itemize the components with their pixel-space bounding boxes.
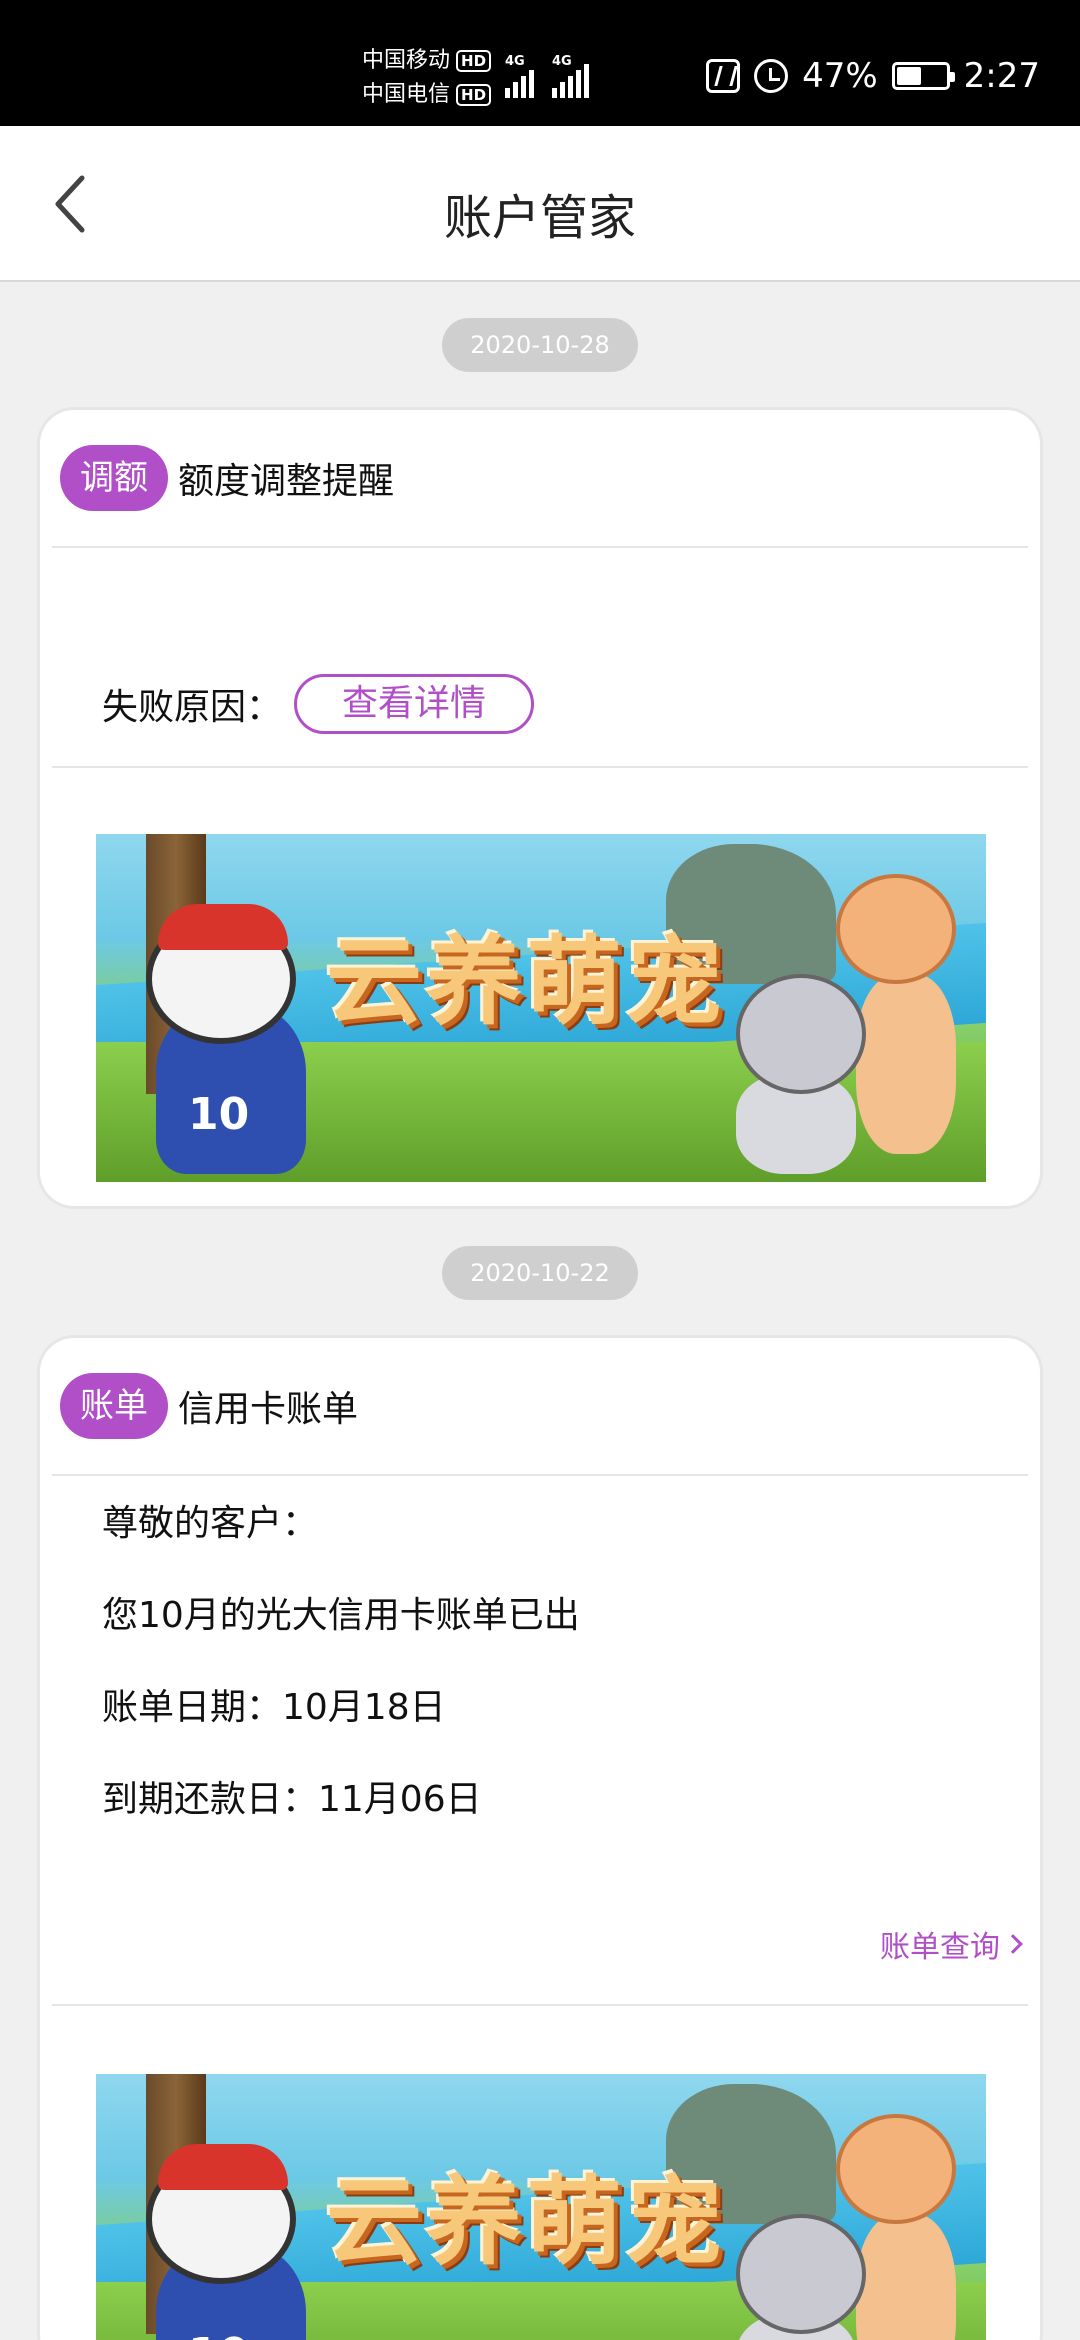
chevron-right-icon [1003, 1934, 1023, 1954]
promo-banner[interactable]: 10 云养萌宠 [96, 2074, 986, 2340]
gray-cat-illustration [736, 974, 866, 1094]
carrier-info: 中国移动 HD 中国电信 HD [362, 44, 492, 112]
tag-badge: 调额 [60, 445, 168, 511]
battery-icon [891, 62, 955, 90]
orange-cat-illustration [836, 874, 956, 984]
tag-badge: 账单 [60, 1373, 168, 1439]
network-type-1: 4G [505, 54, 525, 69]
network-type-2: 4G [552, 54, 572, 69]
jersey-number: 10 [188, 1089, 250, 1140]
divider [52, 1474, 1028, 1476]
nfc-icon [706, 59, 741, 93]
due-date-text: 到期还款日：11月06日 [102, 1779, 482, 1820]
jersey-number: 10 [188, 2329, 249, 2340]
carrier-1: 中国移动 [362, 48, 451, 73]
hd-badge-1: HD [456, 50, 492, 72]
divider [52, 766, 1028, 768]
carrier-2: 中国电信 [362, 82, 451, 107]
bill-content: 尊敬的客户： 您10月的光大信用卡账单已出 账单日期：10月18日 到期还款日：… [102, 1498, 580, 1866]
signal-indicators: 4G 4G [505, 54, 589, 98]
card-header: 账单 信用卡账单 [40, 1338, 1040, 1474]
fail-reason-row: 失败原因： 查看详情 [102, 674, 535, 734]
fail-reason-label: 失败原因： [102, 687, 283, 728]
message-card-bill: 账单 信用卡账单 尊敬的客户： 您10月的光大信用卡账单已出 账单日期：10月1… [40, 1338, 1040, 2340]
date-pill-2: 2020-10-22 [442, 1246, 638, 1300]
divider [52, 2004, 1028, 2006]
clock: 2:27 [963, 56, 1040, 96]
orange-cat-illustration [836, 2114, 956, 2224]
card-title: 额度调整提醒 [178, 461, 395, 502]
page-title: 账户管家 [443, 190, 636, 246]
status-bar: 中国移动 HD 中国电信 HD 4G 4G 47% 2:27 [0, 0, 1080, 126]
message-card-quota: 调额 额度调整提醒 失败原因： 查看详情 10 云养萌宠 [40, 410, 1040, 1206]
app-header: 账户管家 [0, 126, 1080, 282]
divider [52, 546, 1028, 548]
hd-badge-2: HD [456, 84, 492, 106]
card-header: 调额 额度调整提醒 [40, 410, 1040, 546]
status-right: 47% 2:27 [706, 56, 1040, 96]
card-title: 信用卡账单 [178, 1389, 359, 1430]
promo-banner[interactable]: 10 云养萌宠 [96, 834, 986, 1182]
battery-percent: 47% [802, 56, 878, 96]
date-pill-1: 2020-10-28 [442, 318, 638, 372]
bill-notice-text: 您10月的光大信用卡账单已出 [102, 1595, 580, 1636]
bill-query-label: 账单查询 [880, 1930, 1000, 1965]
signal-1-icon: 4G [505, 54, 534, 98]
bill-date-text: 账单日期：10月18日 [102, 1687, 446, 1728]
gray-cat-illustration [736, 2214, 866, 2334]
greeting-text: 尊敬的客户： [102, 1503, 319, 1544]
bill-query-link[interactable]: 账单查询 [880, 1922, 1023, 1966]
banner-title: 云养萌宠 [326, 2166, 726, 2278]
signal-2-icon: 4G [552, 54, 589, 98]
alarm-icon [754, 59, 789, 93]
view-details-button[interactable]: 查看详情 [294, 674, 535, 734]
banner-title: 云养萌宠 [326, 926, 726, 1038]
